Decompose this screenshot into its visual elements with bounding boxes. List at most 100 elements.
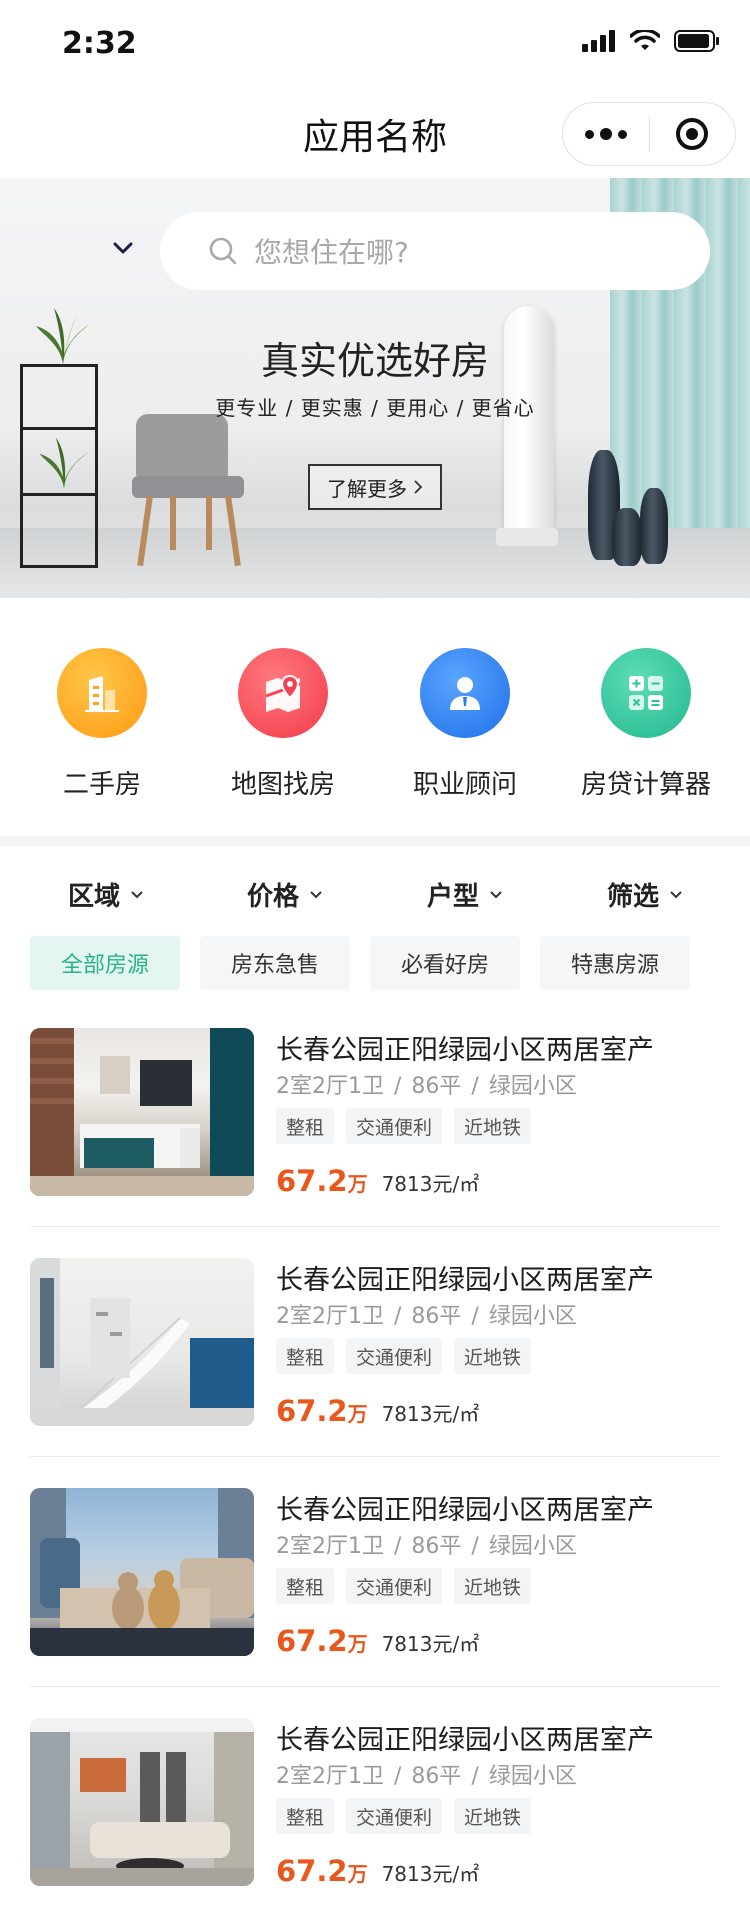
listing-divider: [30, 1226, 720, 1227]
more-dot-icon: [584, 129, 594, 139]
banner-vase-decor: [640, 488, 668, 564]
listing-card[interactable]: 长春公园正阳绿园小区两居室产 2室2厅1卫/86平 / 绿园小区 整租 交通便利 近…: [30, 1028, 720, 1258]
listing-area: 86平: [411, 1074, 462, 1099]
total-price: 67.2: [276, 1624, 348, 1658]
total-price: 67.2: [276, 1854, 348, 1888]
listing-area: 86平: [411, 1304, 462, 1329]
search-icon: [209, 237, 237, 265]
filter-label: 区域: [68, 882, 121, 912]
category-map-search[interactable]: 地图找房: [203, 648, 363, 801]
battery-icon: [674, 30, 719, 52]
listing-area: 86平: [411, 1764, 462, 1789]
listing-tag: 近地铁: [454, 1338, 532, 1374]
filter-bar: 区域 价格 户型 筛选: [0, 846, 750, 930]
search-input[interactable]: 您想住在哪?: [160, 212, 710, 290]
category-second-hand[interactable]: 二手房: [22, 648, 182, 801]
listing-community: 绿园小区: [488, 1764, 577, 1789]
search-placeholder: 您想住在哪?: [254, 236, 409, 269]
chevron-down-icon: [131, 890, 143, 898]
listing-photo: [30, 1488, 254, 1656]
tag-urgent-sale[interactable]: 房东急售: [200, 936, 350, 990]
category-grid: 二手房 地图找房 职业顾问 房贷计算器: [0, 598, 750, 836]
listing-tag: 交通便利: [346, 1568, 443, 1604]
listing-card[interactable]: 长春公园正阳绿园小区两居室产 2室2厅1卫/86平 / 绿园小区 整租 交通便利 近…: [30, 1488, 720, 1718]
banner-subline: 更专业 / 更实惠 / 更用心 / 更省心: [215, 396, 535, 420]
section-divider: [0, 836, 750, 846]
listing-layout: 2室2厅1卫: [276, 1764, 384, 1789]
tag-special-offer[interactable]: 特惠房源: [540, 936, 690, 990]
listing-photo: [30, 1258, 254, 1426]
filter-layout[interactable]: 户型: [427, 876, 503, 913]
price-unit: 万: [347, 1632, 368, 1656]
tag-label: 必看好房: [400, 953, 489, 978]
listing-divider: [30, 1456, 720, 1457]
category-mortgage-calculator[interactable]: 房贷计算器: [566, 648, 726, 801]
city-selector[interactable]: [112, 240, 134, 259]
listing-card[interactable]: 长春公园正阳绿园小区两居室产 2室2厅1卫/86平 / 绿园小区 整租 交通便利 近…: [30, 1718, 720, 1910]
listing-community: 绿园小区: [488, 1304, 577, 1329]
filter-more[interactable]: 筛选: [607, 876, 683, 913]
category-label: 房贷计算器: [580, 770, 711, 800]
listing-divider: [30, 1686, 720, 1687]
total-price: 67.2: [276, 1394, 348, 1428]
tag-label: 全部房源: [60, 953, 149, 978]
unit-price: 7813元/㎡: [381, 1632, 480, 1656]
listing-layout: 2室2厅1卫: [276, 1534, 384, 1559]
more-button[interactable]: [563, 102, 649, 166]
listing-community: 绿园小区: [488, 1074, 577, 1099]
status-icons: [582, 30, 720, 52]
status-time: 2:32: [62, 26, 137, 61]
listing-tags: 整租 交通便利 近地铁: [276, 1338, 532, 1374]
category-advisor[interactable]: 职业顾问: [385, 648, 545, 801]
listing-photo: [30, 1028, 254, 1196]
wifi-icon: [630, 30, 660, 50]
tag-chips: 全部房源 房东急售 必看好房 特惠房源: [0, 936, 750, 992]
learn-more-button[interactable]: 了解更多: [308, 464, 442, 510]
filter-label: 价格: [247, 882, 300, 912]
mini-program-capsule: [562, 102, 736, 166]
banner-chair-decor: [136, 414, 228, 478]
calculator-icon: [601, 648, 691, 738]
listing-tags: 整租 交通便利 近地铁: [276, 1798, 532, 1834]
listing-price: 67.2万 7813元/㎡: [276, 1854, 479, 1888]
listing-photo: [30, 1718, 254, 1886]
filter-price[interactable]: 价格: [247, 876, 323, 913]
listing-title: 长春公园正阳绿园小区两居室产: [276, 1265, 654, 1296]
filter-region[interactable]: 区域: [68, 876, 144, 913]
plant-icon: [39, 437, 89, 489]
listing-meta: 2室2厅1卫/86平 / 绿园小区: [276, 1764, 577, 1789]
learn-more-label: 了解更多: [327, 476, 407, 501]
listing-title: 长春公园正阳绿园小区两居室产: [276, 1035, 654, 1066]
listing-tags: 整租 交通便利 近地铁: [276, 1568, 532, 1604]
banner-chair-seat-decor: [132, 476, 244, 498]
unit-price: 7813元/㎡: [381, 1862, 480, 1886]
price-unit: 万: [347, 1402, 368, 1426]
filter-label: 筛选: [607, 882, 660, 912]
more-dot-icon: [599, 128, 612, 140]
tag-must-see[interactable]: 必看好房: [370, 936, 520, 990]
category-label: 地图找房: [230, 770, 335, 800]
status-bar: 2:32: [0, 0, 750, 90]
listing-price: 67.2万 7813元/㎡: [276, 1164, 479, 1198]
listing-tag: 整租: [276, 1338, 335, 1374]
listing-tag: 交通便利: [346, 1108, 443, 1144]
listing-title: 长春公园正阳绿园小区两居室产: [276, 1725, 654, 1756]
map-pin-icon: [238, 648, 328, 738]
listing-tag: 近地铁: [454, 1798, 532, 1834]
listing-tag: 近地铁: [454, 1108, 532, 1144]
building-icon: [57, 648, 147, 738]
price-unit: 万: [347, 1862, 368, 1886]
close-mini-program-button[interactable]: [650, 102, 736, 166]
tag-all-listings[interactable]: 全部房源: [30, 936, 180, 990]
filter-label: 户型: [427, 882, 480, 912]
chevron-down-icon: [670, 890, 682, 898]
listing-area: 86平: [411, 1534, 462, 1559]
listing-tags: 整租 交通便利 近地铁: [276, 1108, 532, 1144]
category-label: 二手房: [62, 770, 141, 800]
listing-price: 67.2万 7813元/㎡: [276, 1394, 479, 1428]
chevron-down-icon: [490, 890, 502, 898]
hero-banner[interactable]: 您想住在哪? 真实优选好房 更专业 / 更实惠 / 更用心 / 更省心 了解更多: [0, 178, 750, 598]
listing-card[interactable]: 长春公园正阳绿园小区两居室产 2室2厅1卫/86平 / 绿园小区 整租 交通便利 近…: [30, 1258, 720, 1488]
unit-price: 7813元/㎡: [381, 1172, 480, 1196]
nav-bar: 应用名称: [0, 90, 750, 178]
